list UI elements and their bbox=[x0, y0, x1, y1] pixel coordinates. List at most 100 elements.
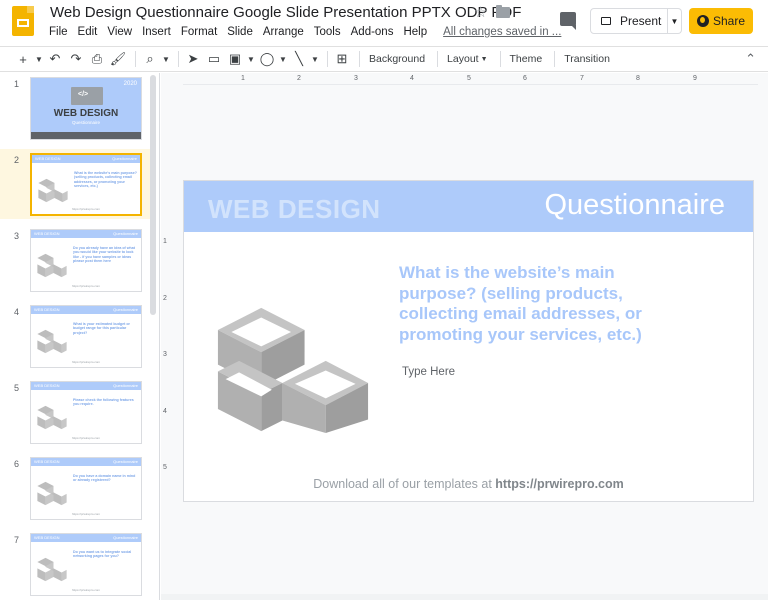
ruler-mark: 5 bbox=[467, 75, 471, 82]
slide-thumbnail[interactable]: WEB DESIGN Questionnaire What is your est… bbox=[30, 305, 142, 368]
ruler-mark: 2 bbox=[297, 75, 301, 82]
slide-thumbnail[interactable]: WEB DESIGN Questionnaire Do you already h… bbox=[30, 229, 142, 292]
slide-thumbnail[interactable]: WEB DESIGN Questionnaire Please check the… bbox=[30, 381, 142, 444]
toolbar-divider bbox=[327, 51, 328, 67]
menu-addons[interactable]: Add-ons bbox=[346, 24, 399, 40]
thumb-band: WEB DESIGN Questionnaire bbox=[31, 230, 141, 238]
redo-icon[interactable]: ↷ bbox=[67, 49, 85, 69]
filmstrip-scrollbar[interactable] bbox=[150, 75, 156, 315]
folder-icon[interactable] bbox=[496, 5, 510, 18]
add-comment-icon[interactable]: ⊞ bbox=[333, 49, 351, 69]
current-slide[interactable]: WEB DESIGN Questionnaire What is the web… bbox=[183, 180, 754, 502]
ruler-mark: 5 bbox=[163, 464, 167, 471]
slide-thumbnail-row[interactable]: 7 WEB DESIGN Questionnaire Do you want us… bbox=[0, 529, 150, 599]
slide-thumbnail-row[interactable]: 6 WEB DESIGN Questionnaire Do you have a … bbox=[0, 453, 150, 523]
text-box-icon[interactable]: ▭ bbox=[205, 49, 223, 69]
slide-filmstrip[interactable]: 1 2020 WEB DESIGN Questionnaire 2 WEB DE… bbox=[0, 73, 160, 600]
ruler-mark: 1 bbox=[163, 238, 167, 245]
image-icon[interactable]: ▣ bbox=[226, 49, 244, 69]
speaker-notes-divider[interactable] bbox=[161, 594, 768, 600]
layout-button[interactable]: Layout ▼ bbox=[443, 49, 491, 69]
present-button[interactable]: Present bbox=[590, 8, 668, 34]
slide-thumbnail-row[interactable]: 1 2020 WEB DESIGN Questionnaire bbox=[0, 73, 150, 143]
layout-dropdown-icon: ▼ bbox=[480, 55, 488, 63]
thumb-question: What is your estimated budget or budget … bbox=[73, 322, 130, 335]
save-status[interactable]: All changes saved in ... bbox=[438, 24, 566, 40]
thumb-question: Do you already have an idea of what you … bbox=[73, 246, 135, 264]
slide-thumbnail-cover[interactable]: 2020 WEB DESIGN Questionnaire bbox=[30, 77, 142, 140]
vertical-ruler[interactable]: 1 2 3 4 5 bbox=[161, 181, 171, 503]
print-icon[interactable]: ⎙ bbox=[88, 49, 106, 69]
share-button[interactable]: Share bbox=[689, 8, 753, 34]
answer-placeholder[interactable]: Type Here bbox=[402, 366, 455, 378]
shape-dropdown-icon[interactable]: ▼ bbox=[279, 49, 287, 69]
line-dropdown-icon[interactable]: ▼ bbox=[311, 49, 319, 69]
shape-icon[interactable]: ◯ bbox=[258, 49, 276, 69]
slide-thumbnail-row[interactable]: 5 WEB DESIGN Questionnaire Please check t… bbox=[0, 377, 150, 447]
menu-help[interactable]: Help bbox=[398, 24, 432, 40]
thumb-question: Do you want us to integrate social netwo… bbox=[73, 550, 132, 559]
zoom-dropdown-icon[interactable]: ▼ bbox=[162, 49, 170, 69]
thumb-band-left: WEB DESIGN bbox=[34, 535, 60, 540]
menu-slide[interactable]: Slide bbox=[222, 24, 258, 40]
slide-heading-left[interactable]: WEB DESIGN bbox=[208, 194, 381, 225]
undo-icon[interactable]: ↶ bbox=[46, 49, 64, 69]
paint-format-icon[interactable]: 🖌 bbox=[109, 49, 127, 69]
slide-canvas: 1 2 3 4 5 6 7 8 9 1 2 3 4 5 WEB DESIGN Q… bbox=[161, 73, 768, 600]
present-dropdown-button[interactable]: ▼ bbox=[668, 8, 682, 34]
cover-bottom-bar bbox=[31, 132, 141, 139]
background-button[interactable]: Background bbox=[365, 49, 429, 69]
slide-thumbnail[interactable]: WEB DESIGN Questionnaire Do you want us t… bbox=[30, 533, 142, 596]
theme-button[interactable]: Theme bbox=[506, 49, 547, 69]
star-icon[interactable]: ☆ bbox=[474, 3, 487, 21]
cover-subheading: Questionnaire bbox=[71, 120, 101, 125]
cover-year: 2020 bbox=[123, 81, 137, 87]
cubes-icon bbox=[37, 329, 67, 354]
menu-tools[interactable]: Tools bbox=[309, 24, 346, 40]
slide-thumbnail[interactable]: WEB DESIGN Questionnaire Do you have a do… bbox=[30, 457, 142, 520]
footer-link[interactable]: https://prwirepro.com bbox=[495, 477, 623, 491]
line-icon[interactable]: ╲ bbox=[290, 49, 308, 69]
new-slide-dropdown-icon[interactable]: ▼ bbox=[35, 49, 43, 69]
zoom-icon[interactable]: ⌕ bbox=[141, 49, 159, 69]
document-title[interactable]: Web Design Questionnaire Google Slide Pr… bbox=[50, 4, 521, 21]
comment-icon[interactable] bbox=[560, 12, 576, 30]
menu-view[interactable]: View bbox=[102, 24, 137, 40]
slide-heading-right[interactable]: Questionnaire bbox=[544, 189, 725, 222]
slide-footer[interactable]: Download all of our templates at https:/… bbox=[184, 477, 753, 491]
menu-file[interactable]: File bbox=[44, 24, 73, 40]
slide-number: 7 bbox=[14, 535, 20, 545]
present-label: Present bbox=[620, 14, 662, 28]
slide-number: 5 bbox=[14, 383, 20, 393]
slide-question-text[interactable]: What is the website’s main purpose? (sel… bbox=[399, 263, 689, 345]
slide-header-band[interactable]: WEB DESIGN Questionnaire bbox=[184, 181, 753, 232]
ruler-mark: 9 bbox=[693, 75, 697, 82]
slides-logo-icon[interactable] bbox=[12, 6, 34, 36]
select-cursor-icon[interactable]: ➤ bbox=[184, 49, 202, 69]
slide-thumbnail-row[interactable]: 4 WEB DESIGN Questionnaire What is your e… bbox=[0, 301, 150, 371]
chevron-down-icon: ▼ bbox=[670, 16, 679, 26]
thumb-band-right: Questionnaire bbox=[113, 459, 138, 464]
image-dropdown-icon[interactable]: ▼ bbox=[247, 49, 255, 69]
slide-thumbnail-row[interactable]: 2 WEB DESIGN Questionnaire What is the we… bbox=[0, 149, 150, 219]
transition-button[interactable]: Transition bbox=[560, 49, 614, 69]
thumb-footer: https://prwirepro.com bbox=[71, 436, 100, 440]
slide-number: 2 bbox=[14, 155, 20, 165]
ruler-mark: 6 bbox=[523, 75, 527, 82]
horizontal-ruler[interactable]: 1 2 3 4 5 6 7 8 9 bbox=[183, 75, 758, 85]
new-slide-icon[interactable]: + bbox=[14, 49, 32, 69]
monitor-code-icon bbox=[71, 87, 103, 105]
menu-edit[interactable]: Edit bbox=[73, 24, 103, 40]
slide-thumbnail-row[interactable]: 3 WEB DESIGN Questionnaire Do you already… bbox=[0, 225, 150, 295]
thumb-band: WEB DESIGN Questionnaire bbox=[31, 458, 141, 466]
slide-thumbnail[interactable]: WEB DESIGN Questionnaire What is the webs… bbox=[30, 153, 142, 216]
menu-arrange[interactable]: Arrange bbox=[258, 24, 309, 40]
collapse-toolbar-icon[interactable]: ⌃ bbox=[745, 51, 756, 67]
ruler-mark: 4 bbox=[163, 408, 167, 415]
slide-number: 6 bbox=[14, 459, 20, 469]
cubes-icon[interactable] bbox=[216, 304, 370, 434]
menu-format[interactable]: Format bbox=[176, 24, 222, 40]
menu-insert[interactable]: Insert bbox=[137, 24, 176, 40]
thumb-band: WEB DESIGN Questionnaire bbox=[32, 155, 140, 163]
slide-number: 4 bbox=[14, 307, 20, 317]
